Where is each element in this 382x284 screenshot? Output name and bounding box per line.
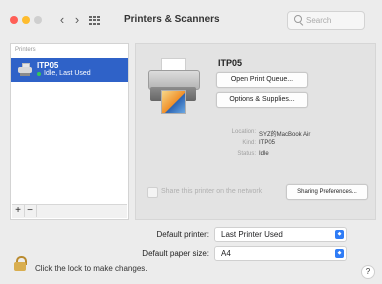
kind-label: Kind: <box>242 140 256 146</box>
default-paper-size-label: Default paper size: <box>142 249 209 258</box>
close-window-button[interactable] <box>10 16 18 24</box>
printer-status: Idle, Last Used <box>44 70 91 77</box>
minimize-window-button[interactable] <box>22 16 30 24</box>
status-label: Status: <box>237 151 256 157</box>
options-supplies-button[interactable]: Options & Supplies... <box>216 92 308 108</box>
grid-icon[interactable] <box>89 16 100 25</box>
printer-row-itp05[interactable]: ITP05 Idle, Last Used <box>11 58 128 82</box>
sharing-preferences-button[interactable]: Sharing Preferences... <box>286 184 368 200</box>
sidebar-footer: + − <box>12 204 127 218</box>
back-button[interactable]: ‹ <box>55 11 69 28</box>
status-value: Idle <box>259 151 269 157</box>
share-printer-label: Share this printer on the network <box>161 188 263 195</box>
search-placeholder: Search <box>306 16 332 25</box>
lock-instructions: Click the lock to make changes. <box>35 264 148 273</box>
selected-printer-name: ITP05 <box>218 58 243 68</box>
chevron-left-icon: ‹ <box>59 12 65 27</box>
chevron-right-icon: › <box>74 12 80 27</box>
window-title: Printers & Scanners <box>124 14 220 25</box>
share-printer-checkbox[interactable] <box>147 187 158 198</box>
printer-icon <box>18 63 32 77</box>
title-bar: ‹ › Printers & Scanners Search <box>0 0 382 38</box>
printers-scanners-window: ‹ › Printers & Scanners Search Printers … <box>0 0 382 284</box>
location-label: Location: <box>231 129 256 135</box>
lock-icon[interactable] <box>13 256 27 271</box>
remove-printer-button[interactable]: − <box>24 205 37 217</box>
printer-detail-panel: ITP05 Open Print Queue... Options & Supp… <box>135 43 376 220</box>
idle-status-icon <box>37 72 41 76</box>
search-icon <box>294 15 302 23</box>
printer-icon <box>148 58 200 116</box>
zoom-window-button[interactable] <box>34 16 42 24</box>
location-value: SYZ的MacBook Air <box>259 132 311 138</box>
default-printer-value: Last Printer Used <box>221 230 283 239</box>
popup-arrows-icon: ◆ <box>335 249 344 258</box>
default-printer-label: Default printer: <box>156 230 209 239</box>
popup-arrows-icon: ◆ <box>335 230 344 239</box>
search-field[interactable]: Search <box>287 11 365 30</box>
default-paper-size-value: A4 <box>221 249 231 258</box>
printers-section-label: Printers <box>15 47 36 53</box>
forward-button[interactable]: › <box>70 11 84 28</box>
default-printer-popup[interactable]: Last Printer Used ◆ <box>214 227 347 242</box>
printer-name: ITP05 <box>37 61 59 70</box>
default-paper-size-popup[interactable]: A4 ◆ <box>214 246 347 261</box>
help-button[interactable]: ? <box>361 265 375 279</box>
kind-value: ITP05 <box>259 140 276 146</box>
printer-list: Printers ITP05 Idle, Last Used + − <box>10 43 129 220</box>
open-print-queue-button[interactable]: Open Print Queue... <box>216 72 308 88</box>
